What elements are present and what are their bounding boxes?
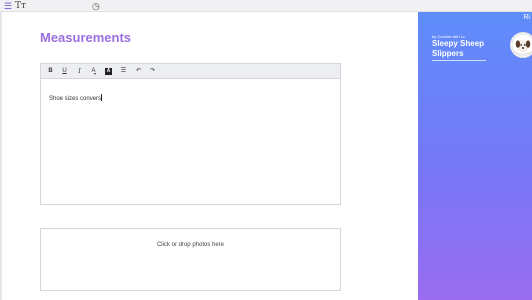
pattern-preview-panel: Ri by Crochet with Lx Sleepy Sheep Slipp… — [418, 12, 532, 300]
top-toolbar: ☰ Tт ◷ — [0, 0, 532, 12]
editor-toolbar: B U I A A ☰ ↶ ↷ — [41, 64, 340, 79]
dropzone-label: Click or drop photos here — [156, 242, 225, 248]
editor-content[interactable]: Shoe sizes convers — [49, 94, 103, 102]
dog-avatar-icon — [511, 33, 532, 57]
text-caret — [101, 94, 103, 101]
layers-icon[interactable]: ☰ — [4, 1, 14, 11]
italic-button[interactable]: I — [74, 66, 85, 77]
photo-dropzone[interactable]: Click or drop photos here — [40, 228, 341, 291]
list-button[interactable]: ☰ — [118, 66, 129, 77]
rich-text-editor[interactable]: B U I A A ☰ ↶ ↷ Shoe sizes convers — [40, 63, 341, 205]
preview-tag: Ri — [523, 14, 530, 21]
font-color-button[interactable]: A — [88, 66, 99, 77]
text-format-icon[interactable]: Tт — [15, 1, 26, 11]
undo-button[interactable]: ↶ — [133, 66, 144, 77]
preview-underline — [432, 60, 486, 61]
highlight-color-button[interactable]: A — [103, 66, 114, 77]
editor-text: Shoe sizes convers — [49, 96, 102, 102]
preview-title: Sleepy Sheep Slippers — [432, 39, 485, 58]
history-clock-icon[interactable]: ◷ — [92, 1, 101, 11]
avatar — [510, 32, 532, 58]
left-divider — [0, 12, 2, 300]
page-title: Measurements — [40, 30, 132, 45]
redo-button[interactable]: ↷ — [147, 66, 158, 77]
underline-button[interactable]: U — [59, 66, 70, 77]
highlight-icon: A — [105, 68, 112, 75]
bold-button[interactable]: B — [45, 66, 56, 77]
